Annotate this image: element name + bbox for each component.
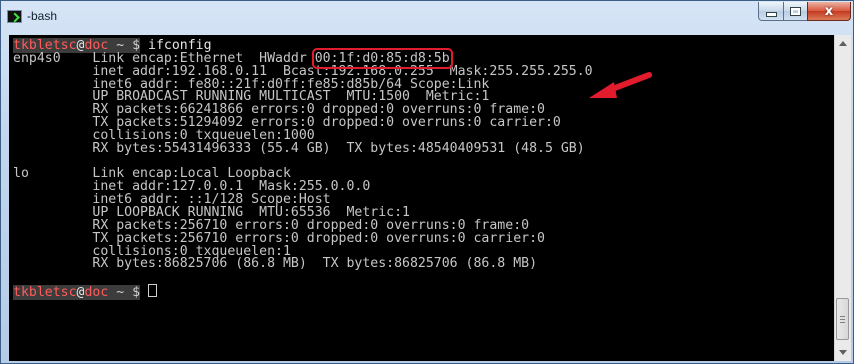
maximize-icon: [790, 6, 801, 16]
terminal-output[interactable]: tkbletsc@doc ~ $ ifconfig enp4s0 Link en…: [9, 35, 834, 361]
grip-line: [840, 319, 845, 320]
vertical-scrollbar[interactable]: [834, 35, 851, 361]
close-icon: x: [824, 3, 834, 19]
scroll-down-button[interactable]: [835, 344, 851, 361]
terminal-window: -bash x tkbletsc@doc ~ $ ifconfig enp4s0…: [0, 0, 854, 364]
minimize-button[interactable]: [758, 2, 784, 21]
minimize-icon: [765, 12, 777, 17]
prompt-line-2: tkbletsc@doc ~ $: [13, 284, 158, 301]
arrow-up-icon: [839, 41, 847, 46]
terminal-icon[interactable]: [7, 10, 22, 23]
prompt-host: doc: [84, 285, 109, 301]
prompt-path: ~: [108, 285, 133, 301]
red-arrow-icon: [589, 72, 652, 98]
title-bar[interactable]: -bash x: [1, 1, 853, 35]
grip-line: [840, 316, 845, 317]
scroll-thumb[interactable]: [836, 298, 849, 340]
scroll-up-button[interactable]: [835, 35, 851, 52]
lo-line-8: RX bytes:86825706 (86.8 MB) TX bytes:868…: [13, 256, 538, 272]
close-button[interactable]: x: [807, 2, 851, 21]
prompt-user: tkbletsc: [13, 285, 77, 301]
prompt-dollar: $: [132, 285, 141, 301]
enp4s0-line-8: RX bytes:55431496333 (55.4 GB) TX bytes:…: [13, 140, 585, 156]
text-cursor: [148, 284, 158, 298]
grip-line: [840, 322, 845, 323]
window-title: -bash: [27, 9, 58, 23]
maximize-button[interactable]: [783, 2, 808, 21]
arrow-down-icon: [839, 350, 847, 355]
terminal-text: tkbletsc@doc ~ $ ifconfig enp4s0 Link en…: [13, 38, 593, 301]
